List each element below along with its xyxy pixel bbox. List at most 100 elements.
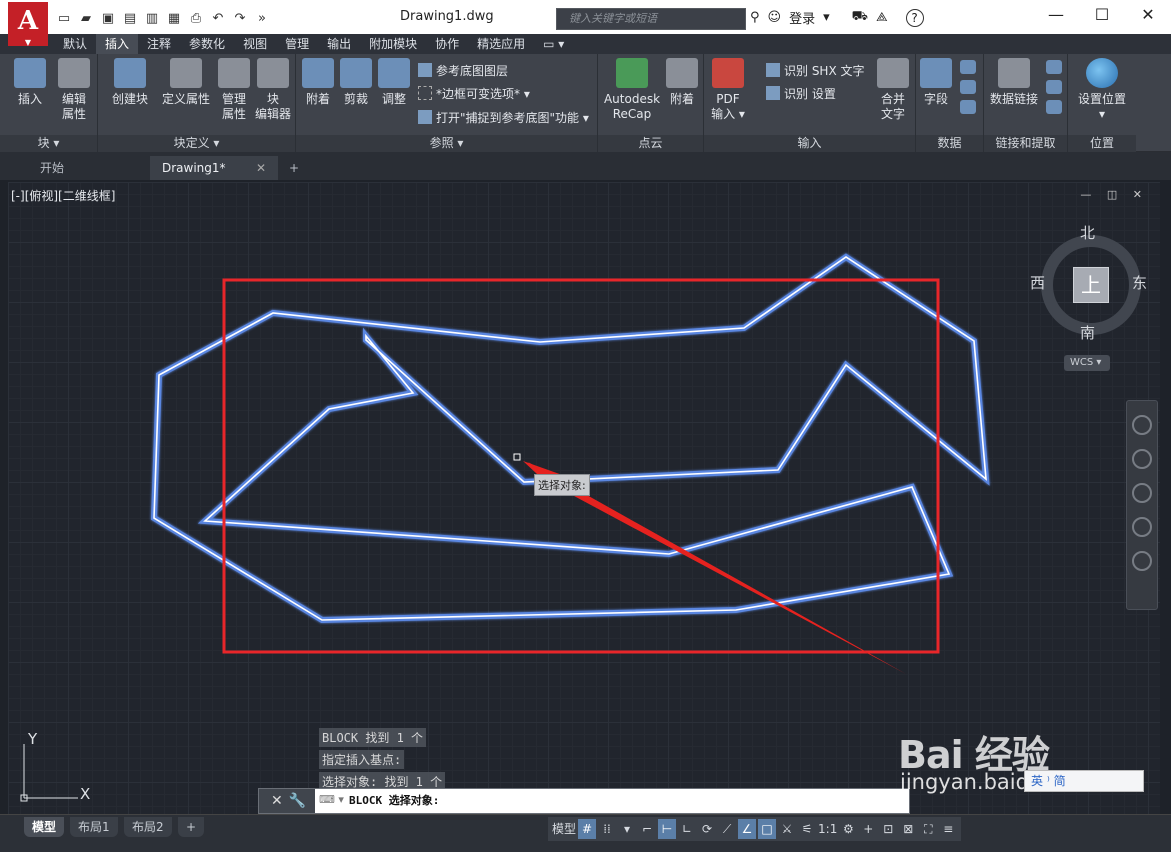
login-button[interactable]: 登录 (789, 8, 815, 27)
steering-wheel-icon[interactable] (1132, 415, 1152, 435)
snap-icon[interactable]: ⁞⁞ (598, 819, 616, 839)
tab-output[interactable]: 输出 (318, 34, 360, 54)
tab-insert[interactable]: 插入 (96, 34, 139, 54)
drawing-canvas[interactable] (8, 182, 1160, 814)
binoculars-icon[interactable]: ⚲ (750, 10, 760, 25)
open-icon[interactable]: ▰ (78, 11, 94, 27)
compass-north[interactable]: 北 (1080, 222, 1095, 243)
customize-icon[interactable]: 🔧 (289, 793, 312, 809)
tab-addins[interactable]: 附加模块 (360, 34, 426, 54)
panel-title-data[interactable]: 数据 (916, 135, 983, 152)
print-icon[interactable]: ⎙ (188, 11, 204, 27)
plot-icon[interactable]: ▦ (166, 11, 182, 27)
new-tab-button[interactable]: + (284, 156, 304, 180)
tab-start[interactable]: 开始 (10, 156, 150, 180)
panel-title-block[interactable]: 块 ▾ (0, 135, 97, 152)
zoom-extents-icon[interactable] (1132, 483, 1152, 503)
annotation-scale-icon[interactable]: ⚟ (798, 819, 816, 839)
object-snap-tracking-icon[interactable]: ∠ (738, 819, 757, 839)
cart-icon[interactable]: ⛟ (852, 9, 868, 26)
user-icon[interactable]: ☺ (768, 10, 782, 25)
save-as-icon[interactable]: ▤ (122, 11, 138, 27)
panel-title-point-cloud[interactable]: 点云 (598, 135, 703, 152)
viewcube-top-face[interactable]: 上 (1073, 267, 1109, 303)
layout-tab-model[interactable]: 模型 (24, 817, 65, 837)
new-icon[interactable]: ▭ (56, 11, 72, 27)
data-link-button[interactable]: 数据链接 (986, 58, 1042, 107)
application-menu-button[interactable]: A ▼ (8, 2, 48, 46)
block-editor-button[interactable]: 块 编辑器 (252, 58, 294, 122)
compass-east[interactable]: 东 (1132, 272, 1147, 293)
redo-icon[interactable]: ↷ (232, 11, 248, 27)
panel-title-reference[interactable]: 参照 ▾ (296, 135, 597, 152)
layout-tab-layout2[interactable]: 布局2 (124, 817, 172, 837)
save-icon[interactable]: ▣ (100, 11, 116, 27)
insert-block-button[interactable]: 插入 (10, 58, 50, 107)
search-input[interactable]: 键入关键字或短语 (556, 8, 746, 30)
plus-icon[interactable]: + (859, 819, 877, 839)
snap-underlay-button[interactable]: 打开"捕捉到参考底图"功能 ▾ (418, 109, 589, 126)
attach-pointcloud-button[interactable]: 附着 (664, 58, 700, 107)
clip-button[interactable]: 剪裁 (338, 58, 374, 107)
annotation-scale-value[interactable]: 1:1 (818, 819, 837, 839)
tab-drawing1[interactable]: Drawing1* ✕ (150, 156, 278, 180)
tab-collaborate[interactable]: 协作 (426, 34, 468, 54)
qat-more-icon[interactable]: » (254, 11, 270, 27)
isodraft-icon[interactable]: ⟋ (718, 819, 736, 839)
layout-tab-layout1[interactable]: 布局1 (70, 817, 118, 837)
pdf-import-button[interactable]: PDF 输入 ▾ (708, 58, 748, 122)
minimize-icon[interactable]: — (1033, 0, 1079, 32)
exchange-icon[interactable]: ⟁ (876, 10, 888, 25)
ime-language-badge[interactable]: 英 ⁾ 简 (1024, 770, 1144, 792)
manage-attributes-button[interactable]: 管理 属性 (216, 58, 252, 122)
selected-polyline[interactable] (150, 253, 990, 624)
panel-title-location[interactable]: 位置 (1068, 135, 1136, 152)
tab-manage[interactable]: 管理 (276, 34, 318, 54)
orbit-icon[interactable] (1132, 517, 1152, 537)
dynamic-input-icon[interactable]: ⊢ (658, 819, 677, 839)
isolate-icon[interactable]: ⊡ (879, 819, 897, 839)
panel-title-linking[interactable]: 链接和提取 (984, 135, 1067, 152)
infer-icon[interactable]: ⌐ (638, 819, 656, 839)
tab-annotate[interactable]: 注释 (138, 34, 180, 54)
linking-extras[interactable] (1044, 60, 1064, 118)
tab-parametric[interactable]: 参数化 (180, 34, 234, 54)
viewcube[interactable]: 上 北 南 东 西 (1030, 222, 1147, 342)
compass-west[interactable]: 西 (1030, 272, 1045, 293)
annotation-visibility-icon[interactable]: ⚔ (778, 819, 796, 839)
field-button[interactable]: 字段 (918, 58, 954, 107)
frame-option-button[interactable]: *边框可变选项* ▾ (418, 85, 530, 102)
recognize-settings-button[interactable]: 识别 设置 (766, 85, 836, 102)
tab-view[interactable]: 视图 (234, 34, 276, 54)
data-extras[interactable] (958, 60, 978, 118)
showmotion-icon[interactable] (1132, 551, 1152, 571)
chevron-down-icon[interactable]: ▾ (823, 10, 830, 25)
close-icon[interactable]: ✕ (1125, 0, 1171, 32)
clean-screen-icon[interactable]: ⛶ (919, 819, 937, 839)
recognize-shx-button[interactable]: 识别 SHX 文字 (766, 62, 865, 79)
chevron-down-icon[interactable]: ▾ (618, 819, 636, 839)
grid-icon[interactable]: # (578, 819, 597, 839)
tab-featured-apps[interactable]: 精选应用 (468, 34, 534, 54)
ortho-icon[interactable]: ∟ (678, 819, 696, 839)
customization-icon[interactable]: ≡ (939, 819, 957, 839)
underlay-layers-button[interactable]: 参考底图图层 (418, 62, 508, 79)
panel-title-block-definition[interactable]: 块定义 ▾ (98, 135, 295, 152)
close-tab-icon[interactable]: ✕ (256, 156, 266, 180)
pan-icon[interactable] (1132, 449, 1152, 469)
polar-icon[interactable]: ⟳ (698, 819, 716, 839)
panel-title-import[interactable]: 输入 (704, 135, 915, 152)
command-prompt[interactable]: BLOCK 选择对象: (349, 789, 439, 813)
object-snap-icon[interactable]: □ (758, 819, 777, 839)
define-attribute-button[interactable]: 定义属性 (160, 58, 212, 107)
ribbon-options-icon[interactable]: ▭ ▾ (534, 34, 573, 54)
recent-commands-dropdown[interactable]: ⌨ ▾ (319, 793, 345, 809)
autodesk-recap-button[interactable]: Autodesk ReCap (602, 58, 662, 122)
hardware-accel-icon[interactable]: ⊠ (899, 819, 917, 839)
create-block-button[interactable]: 创建块 (108, 58, 152, 107)
help-button[interactable]: ? (905, 8, 924, 27)
tab-default[interactable]: 默认 (54, 34, 96, 54)
undo-icon[interactable]: ↶ (210, 11, 226, 27)
compass-south[interactable]: 南 (1080, 322, 1095, 343)
publish-icon[interactable]: ▥ (144, 11, 160, 27)
